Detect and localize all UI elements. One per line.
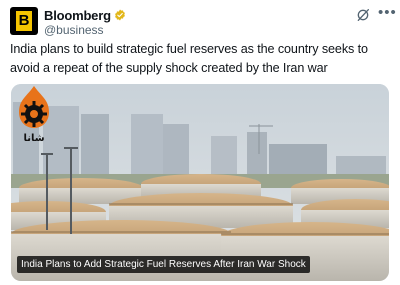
- tweet-text: India plans to build strategic fuel rese…: [10, 42, 368, 75]
- verified-badge-icon: [115, 9, 125, 21]
- author-name[interactable]: Bloomberg: [44, 8, 111, 23]
- grok-icon[interactable]: [355, 7, 371, 23]
- tweet-media-image[interactable]: شانا India Plans to Add Strategic Fuel R…: [11, 84, 389, 281]
- shana-logo-watermark: شانا: [19, 86, 49, 144]
- more-icon[interactable]: •••: [378, 5, 396, 23]
- fuel-storage-tanks-photo: [11, 84, 389, 281]
- media-caption: India Plans to Add Strategic Fuel Reserv…: [17, 256, 310, 273]
- author-handle[interactable]: @business: [44, 23, 104, 37]
- watermark-text: شانا: [23, 133, 44, 144]
- avatar-letter: B: [16, 11, 32, 31]
- avatar[interactable]: B: [10, 7, 38, 35]
